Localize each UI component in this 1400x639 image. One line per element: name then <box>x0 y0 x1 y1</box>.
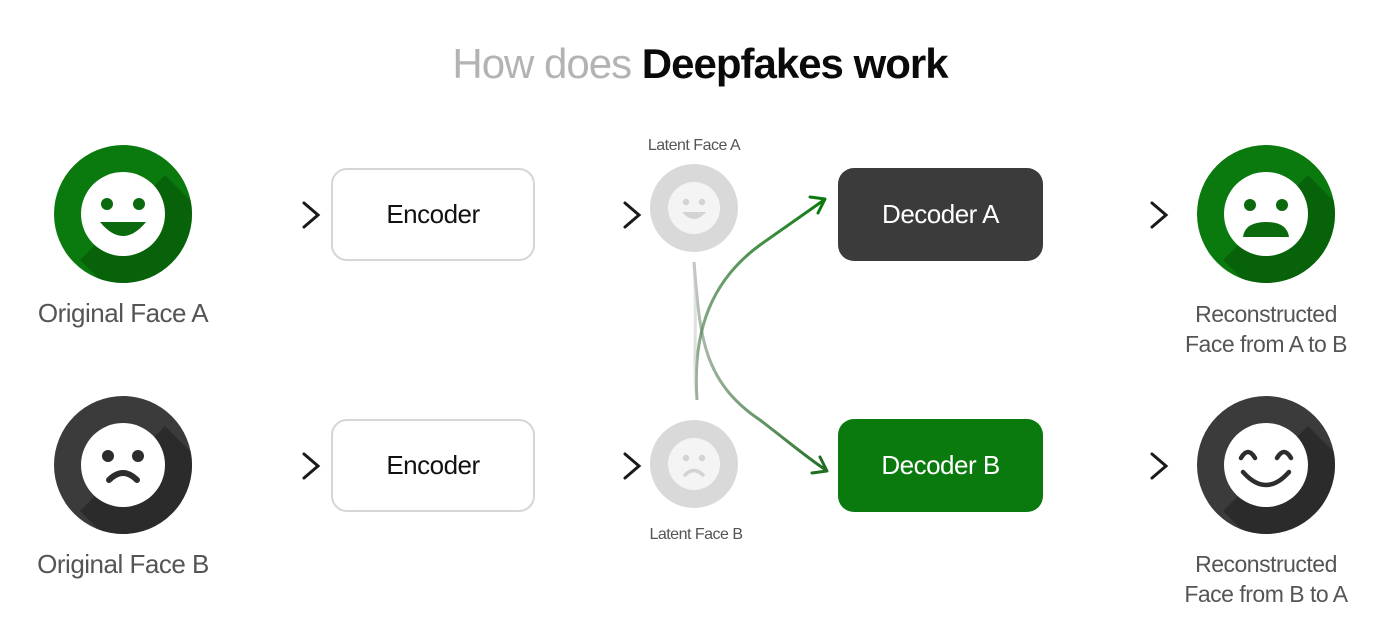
reconstructed-a-to-b-line1: Reconstructed <box>1195 301 1337 327</box>
arrow-decoder-b-to-output <box>1058 452 1169 480</box>
original-face-b-label: Original Face B <box>37 549 209 579</box>
encoder-a-label: Encoder <box>386 199 480 229</box>
decoder-b-box: Decoder B <box>838 419 1043 512</box>
encoder-b-label: Encoder <box>386 450 480 480</box>
latent-face-b-icon <box>650 420 738 508</box>
arrow-encoder-b-to-latent-b <box>543 452 642 480</box>
encoder-b-box: Encoder <box>331 419 535 512</box>
reconstructed-b-to-a-label: Reconstructed Face from B to A <box>1156 549 1376 609</box>
arrow-encoder-a-to-latent-a <box>543 201 642 229</box>
original-face-a-label: Original Face A <box>37 298 209 328</box>
decoder-a-box: Decoder A <box>838 168 1043 261</box>
reconstructed-a-to-b-label: Reconstructed Face from A to B <box>1156 299 1376 359</box>
reconstructed-a-to-b-line2: Face from A to B <box>1184 331 1348 357</box>
arrow-face-a-to-encoder <box>212 201 321 229</box>
curve-latent-gray <box>692 261 697 401</box>
reconstructed-b-to-a-line2: Face from B to A <box>1184 581 1348 607</box>
decoder-b-label: Decoder B <box>881 450 1000 480</box>
latent-face-b-label: Latent Face B <box>649 526 743 543</box>
arrow-face-b-to-encoder <box>212 452 321 480</box>
latent-face-a-label: Latent Face A <box>647 137 741 154</box>
encoder-a-box: Encoder <box>331 168 535 261</box>
reconstructed-b-to-a-line1: Reconstructed <box>1195 551 1337 577</box>
latent-face-a-icon <box>650 164 738 252</box>
decoder-a-label: Decoder A <box>882 199 999 229</box>
arrow-decoder-a-to-output <box>1058 201 1169 229</box>
